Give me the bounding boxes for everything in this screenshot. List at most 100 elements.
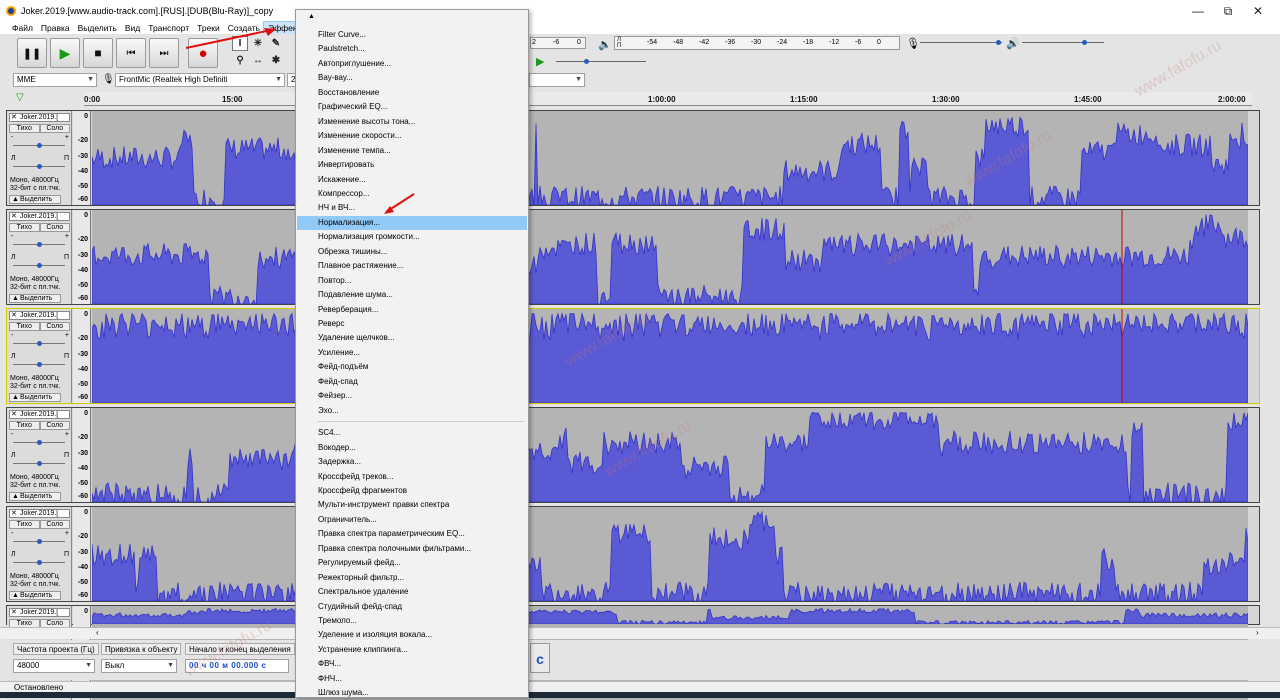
effect-menu-item[interactable]: Искажение... xyxy=(297,173,527,187)
audio-position-unit[interactable]: с xyxy=(530,643,550,673)
gain-slider[interactable] xyxy=(13,440,65,445)
effect-menu-item[interactable]: Удаление щелчков... xyxy=(297,331,527,345)
effect-menu-item[interactable]: ФНЧ... xyxy=(297,672,527,686)
selection-start-time[interactable]: 00 ч 00 м 00.000 с xyxy=(185,659,289,673)
playback-volume-slider[interactable] xyxy=(1022,40,1104,45)
track-name-menu[interactable]: ✕ Joker.2019.[ xyxy=(9,410,70,419)
track-name-menu[interactable]: ✕ Joker.2019.[ xyxy=(9,509,70,518)
effect-menu-item[interactable]: Эхо... xyxy=(297,404,527,418)
solo-button[interactable]: Соло xyxy=(39,223,70,232)
pan-slider[interactable] xyxy=(13,461,65,466)
recording-volume-slider[interactable] xyxy=(920,40,1002,45)
effect-menu-item[interactable]: Тремоло... xyxy=(297,614,527,628)
effect-menu-item[interactable]: Вау-вау... xyxy=(297,71,527,85)
effect-menu-item[interactable]: Устранение клиппинга... xyxy=(297,643,527,657)
track-control-panel[interactable]: ✕ Joker.2019.[ Тихо Соло - + ЛП Моно, 4800… xyxy=(7,210,72,304)
effect-menu-item[interactable]: Усиление... xyxy=(297,346,527,360)
close-track-icon[interactable]: ✕ xyxy=(11,510,17,517)
skip-to-end-button[interactable]: ⏭ xyxy=(149,38,179,68)
effect-menu-item[interactable]: Режекторный фильтр... xyxy=(297,571,527,585)
effect-menu-item[interactable]: Изменение темпа... xyxy=(297,144,527,158)
menu-select[interactable]: Выделить xyxy=(74,22,121,34)
effect-menu-item[interactable]: Реверс xyxy=(297,317,527,331)
select-track-button[interactable]: ▲ Выделить xyxy=(9,393,61,402)
audio-track[interactable]: ✕ Joker.2019.[ Тихо Соло - + ЛП Моно, 4800… xyxy=(6,110,1260,206)
effect-menu-item[interactable]: Автоприглушение... xyxy=(297,57,527,71)
minimize-button[interactable]: — xyxy=(1182,0,1214,22)
play-button[interactable]: ▶ xyxy=(50,38,80,68)
effect-menu-item[interactable]: Кроссфейд фрагментов xyxy=(297,484,527,498)
track-name-menu[interactable]: ✕ Joker.2019.[ xyxy=(9,212,70,221)
effect-menu-item[interactable]: Повтор... xyxy=(297,274,527,288)
track-name-menu[interactable]: ✕ Joker.2019.[ xyxy=(9,608,70,617)
horizontal-scrollbar[interactable]: ‹ › xyxy=(0,627,1280,639)
effect-menu-item[interactable]: Плавное растяжение... xyxy=(297,259,527,273)
scroll-left-icon[interactable]: ‹ xyxy=(96,628,99,637)
effect-menu-item[interactable]: Вокодер... xyxy=(297,441,527,455)
effect-menu-item[interactable]: Фейзер... xyxy=(297,389,527,403)
menu-view[interactable]: Вид xyxy=(121,22,144,34)
zoom-tool-icon[interactable]: ⚲ xyxy=(232,53,248,68)
effect-menu-item[interactable]: Восстановление xyxy=(297,86,527,100)
effect-menu-item[interactable]: Изменение скорости... xyxy=(297,129,527,143)
gain-slider[interactable] xyxy=(13,341,65,346)
menu-file[interactable]: Файл xyxy=(8,22,37,34)
effect-menu-item[interactable]: Кроссфейд треков... xyxy=(297,470,527,484)
menu-edit[interactable]: Правка xyxy=(37,22,74,34)
audio-host-select[interactable]: MME ▼ xyxy=(13,73,97,87)
gain-slider[interactable] xyxy=(13,242,65,247)
collapse-icon[interactable]: ▲ xyxy=(12,592,19,599)
close-track-icon[interactable]: ✕ xyxy=(11,114,17,121)
audio-track[interactable]: ✕ Joker.2019.[ Тихо Соло - + ЛП Моно, 4800… xyxy=(6,506,1260,602)
waveform[interactable] xyxy=(92,111,1248,205)
pause-button[interactable]: ❚❚ xyxy=(17,38,47,68)
effect-menu-item[interactable]: Реверберация... xyxy=(297,303,527,317)
solo-button[interactable]: Соло xyxy=(39,322,70,331)
effect-menu-item[interactable]: Обрезка тишины... xyxy=(297,245,527,259)
close-track-icon[interactable]: ✕ xyxy=(11,411,17,418)
effect-menu-item[interactable]: Подавление шума... xyxy=(297,288,527,302)
skip-to-start-button[interactable]: ⏮ xyxy=(116,38,146,68)
scroll-right-icon[interactable]: › xyxy=(1256,628,1259,637)
amplitude-scale[interactable]: 0 -20 -30 -40 -50 -60 xyxy=(73,408,91,502)
record-meter[interactable]: 2 -6 0 xyxy=(530,37,586,49)
track-control-panel[interactable]: ✕ Joker.2019.[ Тихо Соло - + ЛП Моно, 4800… xyxy=(7,111,72,205)
effect-menu-item[interactable]: ФВЧ... xyxy=(297,657,527,671)
mute-button[interactable]: Тихо xyxy=(9,124,40,133)
effect-menu-item[interactable]: Инвертировать xyxy=(297,158,527,172)
waveform[interactable] xyxy=(92,408,1248,502)
pan-slider[interactable] xyxy=(13,263,65,268)
close-track-icon[interactable]: ✕ xyxy=(11,213,17,220)
collapse-icon[interactable]: ▲ xyxy=(12,196,19,203)
effect-menu-item[interactable]: Paulstretch... xyxy=(297,42,527,56)
waveform[interactable] xyxy=(92,309,1248,403)
select-track-button[interactable]: ▲ Выделить xyxy=(9,195,61,204)
effect-menu-item[interactable]: Изменение высоты тона... xyxy=(297,115,527,129)
play-at-speed-icon[interactable]: ▶ xyxy=(536,55,544,68)
track-control-panel[interactable]: ✕ Joker.2019.[ Тихо Соло - + ЛП Моно, 4800… xyxy=(7,507,72,601)
restore-button[interactable]: ⧉ xyxy=(1212,0,1244,22)
effect-menu-item[interactable]: Ограничитель... xyxy=(297,513,527,527)
select-track-button[interactable]: ▲ Выделить xyxy=(9,294,61,303)
effect-menu-item[interactable]: Регулируемый фейд... xyxy=(297,556,527,570)
amplitude-scale[interactable]: 0 -20 -30 -40 -50 -60 xyxy=(73,309,91,403)
waveform[interactable] xyxy=(92,210,1248,304)
solo-button[interactable]: Соло xyxy=(39,520,70,529)
stop-button[interactable]: ■ xyxy=(83,38,113,68)
pan-slider[interactable] xyxy=(13,164,65,169)
effect-menu-item[interactable]: Правка спектра полочными фильтрами... xyxy=(297,542,527,556)
project-rate-select[interactable]: 48000 ▼ xyxy=(13,659,95,673)
track-name-menu[interactable]: ✕ Joker.2019.[ xyxy=(9,113,70,122)
amplitude-scale[interactable]: 0 -20 -30 -40 -50 -60 xyxy=(73,210,91,304)
gain-slider[interactable] xyxy=(13,539,65,544)
effect-menu-item[interactable]: Мульти-инструмент правки спектра xyxy=(297,498,527,512)
play-speed-slider[interactable] xyxy=(556,59,646,64)
select-track-button[interactable]: ▲ Выделить xyxy=(9,492,61,501)
effect-menu-item[interactable]: Фейд-подъём xyxy=(297,360,527,374)
effect-menu-item[interactable]: Уделение и изоляция вокала... xyxy=(297,628,527,642)
menu-scroll-up-icon[interactable]: ▲ xyxy=(308,13,315,20)
select-track-button[interactable]: ▲ Выделить xyxy=(9,591,61,600)
effect-menu-item[interactable]: Графический EQ... xyxy=(297,100,527,114)
output-device-select[interactable]: ▼ xyxy=(529,73,585,87)
effect-menu-item[interactable]: Спектральное удаление xyxy=(297,585,527,599)
